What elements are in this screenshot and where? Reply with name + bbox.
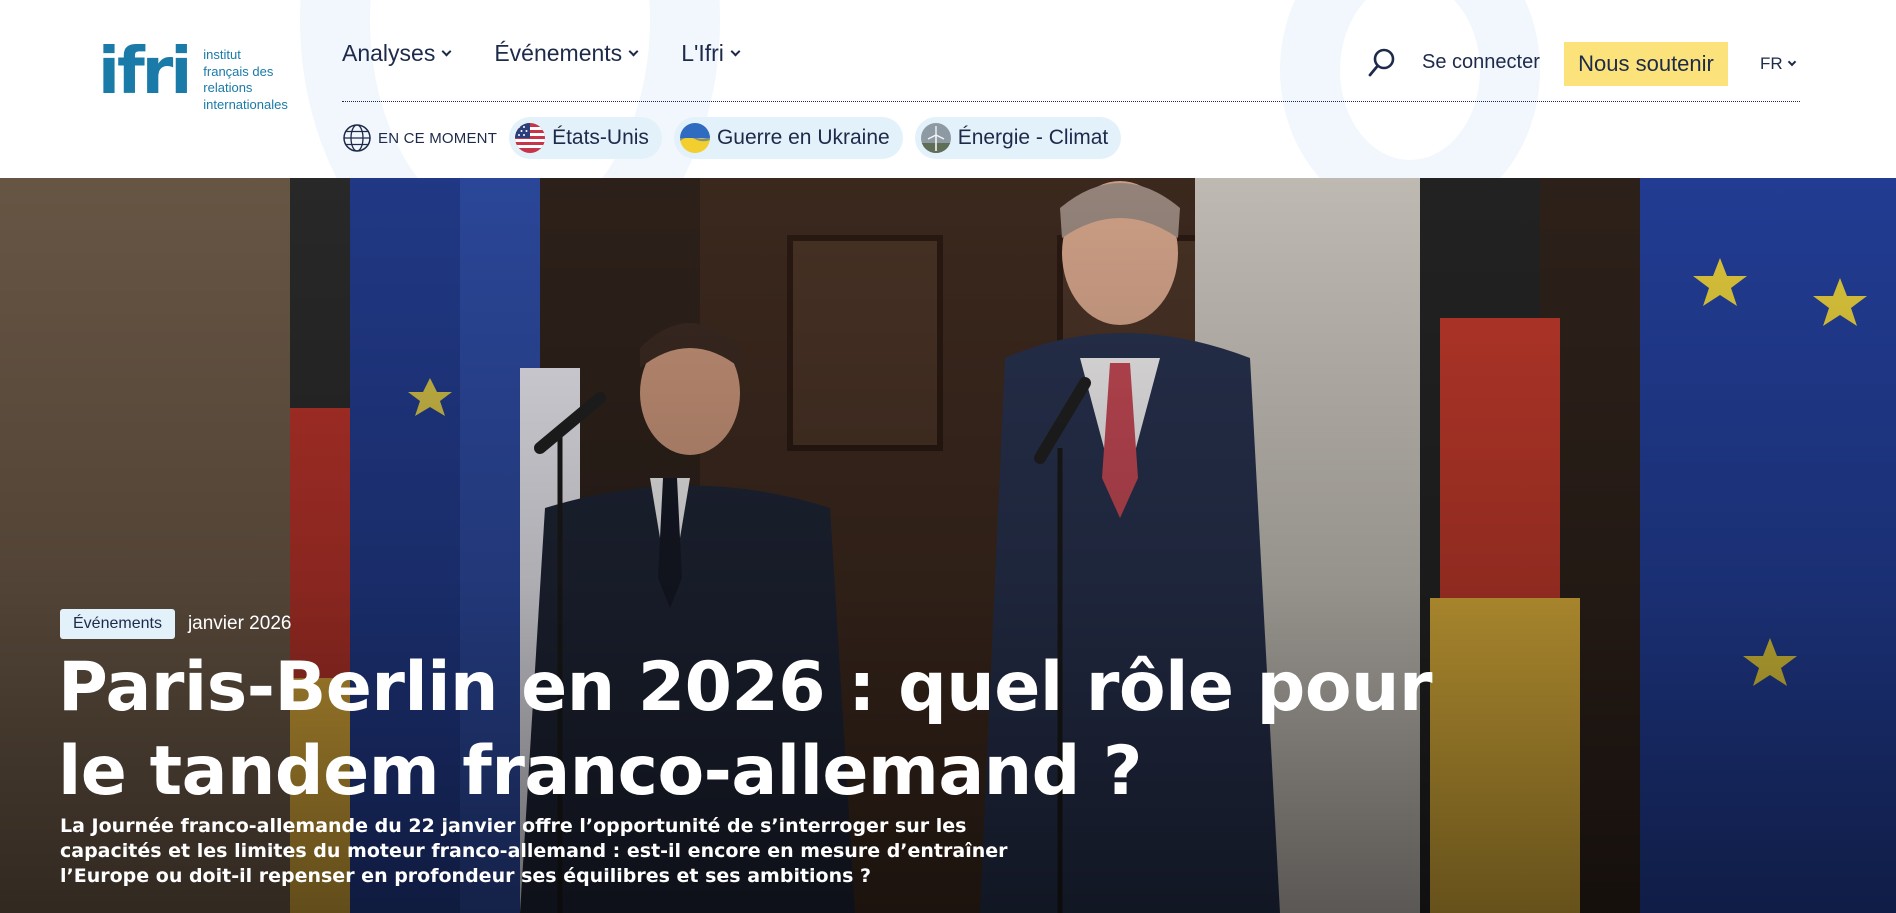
logo-line: internationales	[203, 96, 288, 112]
logo-tagline: institut français des relations internat…	[203, 47, 303, 113]
chevron-down-icon	[441, 46, 452, 56]
hero-description-line: La Journée franco-allemande du 22 janvie…	[60, 815, 967, 837]
chevron-down-icon	[628, 46, 639, 56]
topic-chip-energie-climat[interactable]: Énergie - Climat	[914, 117, 1122, 159]
hero-title[interactable]: Paris-Berlin en 2026 : quel rôle pour le…	[58, 646, 1458, 814]
nav-item-label: Analyses	[342, 40, 436, 66]
hero-title-line: le tandem franco-allemand ?	[58, 732, 1142, 811]
logo-line: relations	[203, 80, 253, 95]
globe-icon	[343, 124, 371, 152]
chevron-down-icon	[1787, 57, 1796, 67]
logo-line: institut	[203, 47, 241, 62]
wind-turbine-thumbnail	[920, 123, 951, 153]
search-button[interactable]	[1368, 48, 1396, 78]
chip-label: Énergie - Climat	[957, 126, 1109, 149]
login-link[interactable]: Se connecter	[1422, 51, 1540, 74]
logo-line: français des	[203, 63, 274, 79]
ukraine-flag-thumbnail	[679, 123, 710, 153]
topic-chip-guerre-en-ukraine[interactable]: Guerre en Ukraine	[673, 117, 903, 159]
hero-description-line: l’Europe ou doit-il repenser en profonde…	[60, 865, 872, 887]
background-decoration	[1280, 0, 1540, 178]
search-icon	[1368, 48, 1395, 77]
header-divider	[342, 101, 1800, 102]
hero-description: La Journée franco-allemande du 22 janvie…	[60, 814, 1020, 889]
chip-label: Guerre en Ukraine	[716, 126, 890, 149]
support-button[interactable]: Nous soutenir	[1564, 42, 1728, 86]
us-flag-thumbnail	[515, 123, 546, 153]
article-date: janvier 2026	[187, 613, 292, 634]
language-label: FR	[1760, 54, 1783, 73]
nav-item-lifri[interactable]: L'Ifri	[681, 40, 741, 67]
nav-item-label: Événements	[494, 40, 623, 66]
trending-bar: EN CE MOMENT États-Unis Guerre en Ukrain…	[342, 117, 1133, 159]
nav-item-label: L'Ifri	[681, 40, 724, 66]
nav-item-analyses[interactable]: Analyses	[342, 40, 452, 67]
chip-label: États-Unis	[552, 126, 649, 149]
hero-title-line: Paris-Berlin en 2026 : quel rôle pour	[58, 648, 1433, 727]
main-nav: Analyses Événements L'Ifri	[342, 40, 741, 67]
trending-label: EN CE MOMENT	[378, 129, 498, 147]
chevron-down-icon	[730, 46, 741, 56]
site-header: ifri institut français des relations int…	[0, 0, 1896, 178]
language-selector[interactable]: FR	[1760, 54, 1796, 74]
ifri-logo[interactable]: ifri institut français des relations int…	[98, 36, 303, 113]
article-meta: Événements janvier 2026	[60, 609, 291, 639]
nav-item-evenements[interactable]: Événements	[494, 40, 639, 67]
logo-mark: ifri	[98, 35, 192, 109]
category-tag[interactable]: Événements	[60, 609, 175, 639]
hero-banner[interactable]: Événements janvier 2026 Paris-Berlin en …	[0, 178, 1896, 913]
hero-description-line: capacités et les limites du moteur franc…	[60, 840, 1008, 862]
topic-chip-etats-unis[interactable]: États-Unis	[509, 117, 662, 159]
